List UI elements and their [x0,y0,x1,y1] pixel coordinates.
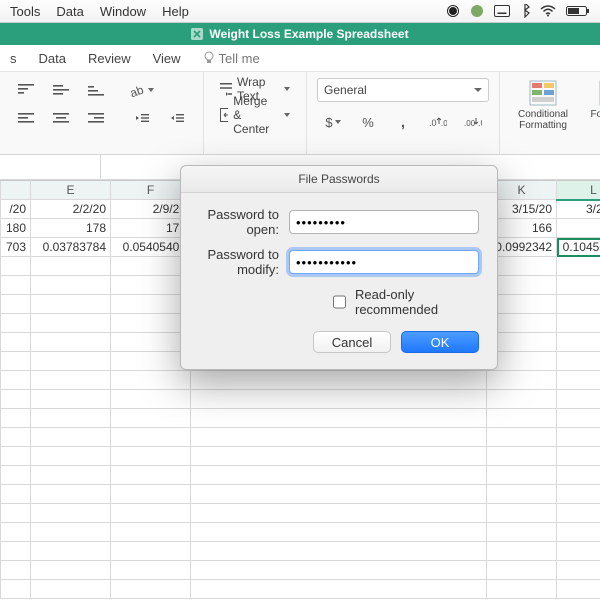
file-passwords-dialog: File Passwords Password to open: Passwor… [180,165,498,370]
modal-overlay: File Passwords Password to open: Passwor… [0,0,600,600]
readonly-label: Read-only recommended [355,287,479,317]
readonly-checkbox[interactable] [333,295,346,309]
dialog-title: File Passwords [181,166,497,193]
password-modify-label: Password to modify: [199,247,279,277]
cancel-button[interactable]: Cancel [313,331,391,353]
password-open-label: Password to open: [199,207,279,237]
password-open-input[interactable] [289,210,479,234]
password-modify-input[interactable] [289,250,479,274]
ok-button[interactable]: OK [401,331,479,353]
